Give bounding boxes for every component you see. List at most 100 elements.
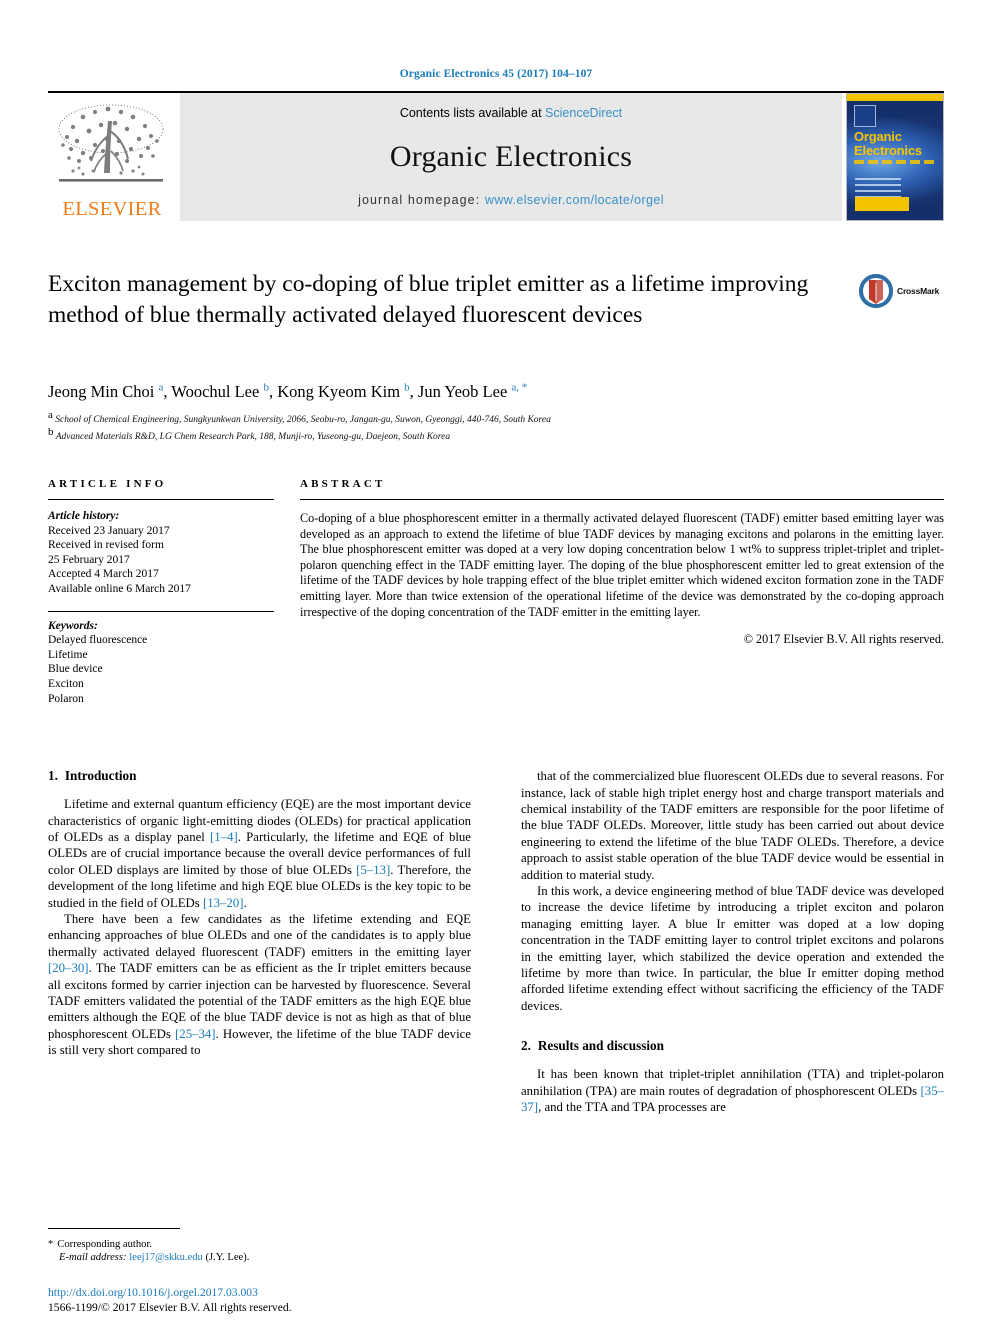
journal-name: Organic Electronics: [389, 139, 633, 173]
affiliation-marker-b: b: [48, 426, 54, 439]
section-number: 1.: [48, 768, 58, 784]
section-number: 2.: [521, 1038, 531, 1054]
affiliation-b-text: Advanced Materials R&D, LG Chem Research…: [55, 432, 451, 443]
footer-area: http://dx.doi.org/10.1016/j.orgel.2017.0…: [48, 1285, 494, 1315]
paragraph-text: There have been a few candidates as the …: [48, 911, 471, 959]
running-head: Organic Electronics 45 (2017) 104–107: [399, 68, 593, 80]
crossmark-badge[interactable]: CrossMark: [858, 271, 944, 311]
keyword-item: Delayed fluorescence: [48, 634, 148, 647]
abstract-column: ABSTRACT Co-doping of a blue phosphoresc…: [300, 478, 944, 706]
masthead-center-panel: Contents lists available at ScienceDirec…: [180, 93, 842, 221]
affiliation-b: b Advanced Materials R&D, LG Chem Resear…: [48, 426, 944, 444]
cover-title: Organic Electronics: [854, 130, 937, 157]
email-note: E-mail address: leej17@skku.edu (J.Y. Le…: [48, 1251, 494, 1265]
keyword-item: Polaron: [48, 692, 84, 705]
paragraph-text: .: [243, 895, 247, 910]
abstract-rule: [300, 499, 944, 500]
issn-copyright-line: 1566-1199/© 2017 Elsevier B.V. All right…: [48, 1301, 292, 1314]
email-label: E-mail address:: [59, 1252, 127, 1264]
paragraph-text: that of the commercialized blue fluoresc…: [521, 769, 944, 882]
keyword-item: Blue device: [48, 663, 103, 676]
page-title: Exciton management by co-doping of blue …: [48, 271, 809, 328]
citation-reference[interactable]: [5–13]: [356, 863, 390, 877]
citation-reference[interactable]: [25–34]: [175, 1027, 216, 1041]
history-line: Received in revised form: [48, 539, 164, 552]
journal-homepage-line: journal homepage: www.elsevier.com/locat…: [358, 193, 664, 207]
paragraph-text: It has been known that triplet-triplet a…: [521, 1067, 944, 1098]
keywords-label: Keywords:: [48, 619, 98, 632]
contents-available-line: Contents lists available at ScienceDirec…: [400, 106, 622, 120]
abstract-heading: ABSTRACT: [300, 478, 386, 490]
body-paragraph: In this work, a device engineering metho…: [521, 883, 944, 1014]
elsevier-tree-icon: [58, 104, 164, 182]
body-paragraph: that of the commercialized blue fluoresc…: [521, 768, 944, 883]
author-list: Jeong Min Choi a, Woochul Lee b, Kong Ky…: [48, 377, 944, 402]
history-line: Accepted 4 March 2017: [48, 568, 159, 581]
elsevier-wordmark: ELSEVIER: [62, 197, 162, 220]
footnote-divider: [48, 1227, 180, 1229]
footnote-marker: *: [48, 1238, 54, 1250]
authors-text: Jeong Min Choi a, Woochul Lee b, Kong Ky…: [48, 381, 528, 401]
contents-prefix: Contents lists available at: [399, 106, 546, 120]
abstract-copyright: © 2017 Elsevier B.V. All rights reserved…: [743, 632, 944, 647]
article-info-column: ARTICLE INFO Article history: Received 2…: [48, 478, 274, 706]
affiliation-list: a School of Chemical Engineering, Sungky…: [48, 409, 944, 445]
journal-masthead: ELSEVIER Contents lists available at Sci…: [48, 91, 944, 221]
body-columns: 1. Introduction Lifetime and external qua…: [48, 768, 944, 1115]
history-line: Available online 6 March 2017: [48, 582, 191, 595]
keyword-item: Lifetime: [48, 648, 88, 661]
affiliation-a-text: School of Chemical Engineering, Sungkyun…: [55, 414, 551, 425]
paragraph-text: In this work, a device engineering metho…: [521, 883, 944, 1013]
body-column-right: that of the commercialized blue fluoresc…: [521, 768, 944, 1115]
doi-link[interactable]: http://dx.doi.org/10.1016/j.orgel.2017.0…: [48, 1285, 494, 1300]
cover-title-line2: Electronics: [854, 142, 922, 158]
crossmark-label: CrossMark: [897, 286, 940, 296]
info-abstract-region: ARTICLE INFO Article history: Received 2…: [48, 478, 944, 706]
introduction-paragraphs: Lifetime and external quantum efficiency…: [48, 796, 471, 1059]
homepage-url-link[interactable]: www.elsevier.com/locate/orgel: [485, 193, 664, 207]
paper-page: Organic Electronics 45 (2017) 104–107 EL…: [0, 0, 992, 1323]
keyword-item: Exciton: [48, 677, 84, 690]
body-paragraph: It has been known that triplet-triplet a…: [521, 1066, 944, 1115]
article-info-heading: ARTICLE INFO: [48, 478, 167, 490]
body-paragraph: There have been a few candidates as the …: [48, 911, 471, 1059]
keywords-block: Keywords: Delayed fluorescence Lifetime …: [48, 619, 274, 707]
crossmark-icon: [859, 274, 893, 308]
abstract-text: Co-doping of a blue phosphorescent emitt…: [300, 511, 944, 619]
corresponding-author-text: Corresponding author.: [57, 1238, 153, 1250]
history-line: Received 23 January 2017: [48, 524, 170, 537]
citation-reference[interactable]: [1–4]: [210, 830, 238, 844]
sciencedirect-link[interactable]: ScienceDirect: [545, 106, 622, 120]
results-paragraphs: It has been known that triplet-triplet a…: [521, 1066, 944, 1115]
cover-publisher-mark: [854, 105, 876, 127]
affiliation-a: a School of Chemical Engineering, Sungky…: [48, 409, 944, 427]
journal-cover-thumbnail: Organic Electronics: [846, 93, 944, 221]
paragraph-text: , and the TTA and TPA processes are: [538, 1100, 726, 1115]
cover-subtitle-bar: [854, 160, 937, 164]
affiliation-marker-a: a: [48, 408, 53, 421]
cover-title-line1: Organic: [854, 129, 902, 144]
section-heading-introduction: 1. Introduction: [48, 768, 471, 784]
article-info-rule: [48, 499, 274, 500]
corresponding-author-note: * Corresponding author.: [48, 1238, 494, 1252]
keywords-list: Delayed fluorescence Lifetime Blue devic…: [48, 633, 274, 706]
cover-footer-bar: [855, 197, 909, 211]
citation-reference[interactable]: [20–30]: [48, 961, 89, 975]
email-link[interactable]: leej17@skku.edu: [129, 1252, 203, 1263]
body-paragraph: Lifetime and external quantum efficiency…: [48, 796, 471, 911]
history-line: 25 February 2017: [48, 553, 130, 566]
section-title: Results and discussion: [537, 1038, 664, 1054]
homepage-prefix: journal homepage:: [358, 193, 485, 207]
cover-top-bar: [847, 94, 943, 101]
keywords-rule: [48, 610, 274, 612]
body-column-left: 1. Introduction Lifetime and external qua…: [48, 768, 471, 1115]
footnote-area: * Corresponding author. E-mail address: l…: [48, 1227, 494, 1265]
elsevier-logo: ELSEVIER: [48, 93, 176, 221]
section-heading-results: 2. Results and discussion: [521, 1038, 944, 1054]
citation-reference[interactable]: [13–20]: [203, 896, 244, 910]
article-history-block: Article history: Received 23 January 201…: [48, 509, 274, 597]
introduction-continued-paragraphs: that of the commercialized blue fluoresc…: [521, 768, 944, 1014]
section-title: Introduction: [64, 768, 137, 784]
email-owner: (J.Y. Lee).: [205, 1252, 250, 1264]
article-history-label: Article history:: [48, 510, 120, 522]
